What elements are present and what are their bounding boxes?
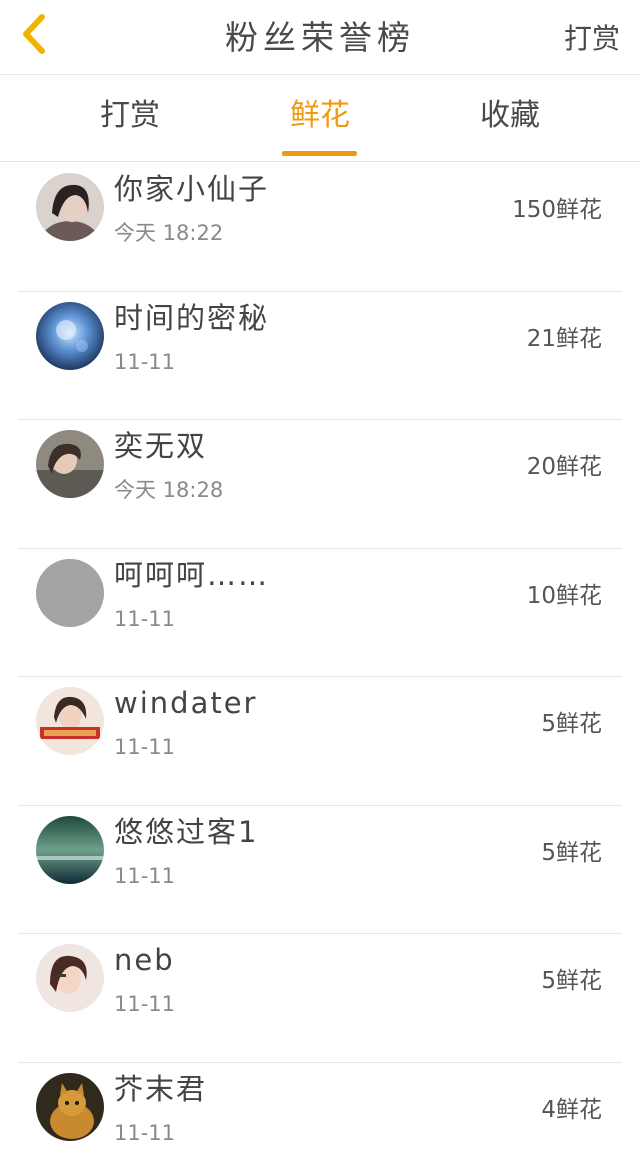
user-name: neb xyxy=(114,943,175,977)
avatar xyxy=(36,1072,104,1141)
flower-count: 150鲜花 xyxy=(512,197,602,223)
timestamp: 11-11 xyxy=(114,735,176,759)
page-title: 粉丝荣誉榜 xyxy=(225,18,415,57)
list-item[interactable]: 悠悠过客1 11-11 5鲜花 xyxy=(18,806,622,934)
list-item[interactable]: 奕无双 今天 18:28 20鲜花 xyxy=(18,420,622,549)
timestamp: 11-11 xyxy=(114,1120,176,1145)
user-name: 时间的密秘 xyxy=(114,300,270,335)
avatar xyxy=(36,558,104,627)
timestamp: 今天 18:28 xyxy=(114,478,224,502)
reward-button[interactable]: 打赏 xyxy=(564,22,620,56)
tab-flowers[interactable]: 鲜花 xyxy=(260,97,380,135)
tab-reward[interactable]: 打赏 xyxy=(70,97,190,135)
flower-count: 5鲜花 xyxy=(541,839,602,866)
top-nav-bar: 粉丝荣誉榜 打赏 xyxy=(0,0,640,75)
user-name: 奕无双 xyxy=(114,429,208,463)
avatar xyxy=(36,687,104,755)
list-item[interactable]: neb 11-11 5鲜花 xyxy=(18,934,622,1063)
ranking-list: 你家小仙子 今天 18:22 150鲜花 时间的密秘 11-11 21鲜花 奕无… xyxy=(18,163,622,1162)
list-item[interactable]: windater 11-11 5鲜花 xyxy=(18,677,622,806)
list-item[interactable]: 你家小仙子 今天 18:22 150鲜花 xyxy=(18,163,622,292)
tab-bar: 打赏 鲜花 收藏 xyxy=(0,75,640,162)
avatar xyxy=(36,944,104,1012)
avatar xyxy=(36,301,104,370)
flower-count: 20鲜花 xyxy=(526,454,602,480)
list-item[interactable]: 时间的密秘 11-11 21鲜花 xyxy=(18,292,622,420)
flower-count: 5鲜花 xyxy=(541,711,602,737)
active-tab-indicator xyxy=(282,151,357,156)
list-item[interactable]: 芥末君 11-11 4鲜花 xyxy=(18,1063,622,1162)
timestamp: 今天 18:22 xyxy=(114,221,224,245)
user-name: 芥末君 xyxy=(114,1071,208,1106)
timestamp: 11-11 xyxy=(114,606,176,631)
timestamp: 11-11 xyxy=(114,992,176,1016)
timestamp: 11-11 xyxy=(114,349,176,374)
avatar xyxy=(36,430,104,498)
flower-count: 21鲜花 xyxy=(526,325,602,352)
user-name: 你家小仙子 xyxy=(114,172,270,206)
user-name: 悠悠过客1 xyxy=(114,814,259,849)
user-name: windater xyxy=(114,686,258,720)
avatar xyxy=(36,815,104,884)
tab-favorites[interactable]: 收藏 xyxy=(450,97,570,135)
flower-count: 10鲜花 xyxy=(526,582,602,609)
list-item[interactable]: 呵呵呵…… 11-11 10鲜花 xyxy=(18,549,622,677)
avatar xyxy=(36,173,104,241)
fan-honor-page: 粉丝荣誉榜 打赏 打赏 鲜花 收藏 你家小仙子 今天 18:22 150鲜花 时… xyxy=(0,0,640,1162)
flower-count: 5鲜花 xyxy=(541,968,602,994)
flower-count: 4鲜花 xyxy=(541,1096,602,1123)
timestamp: 11-11 xyxy=(114,863,176,888)
user-name: 呵呵呵…… xyxy=(114,557,270,592)
